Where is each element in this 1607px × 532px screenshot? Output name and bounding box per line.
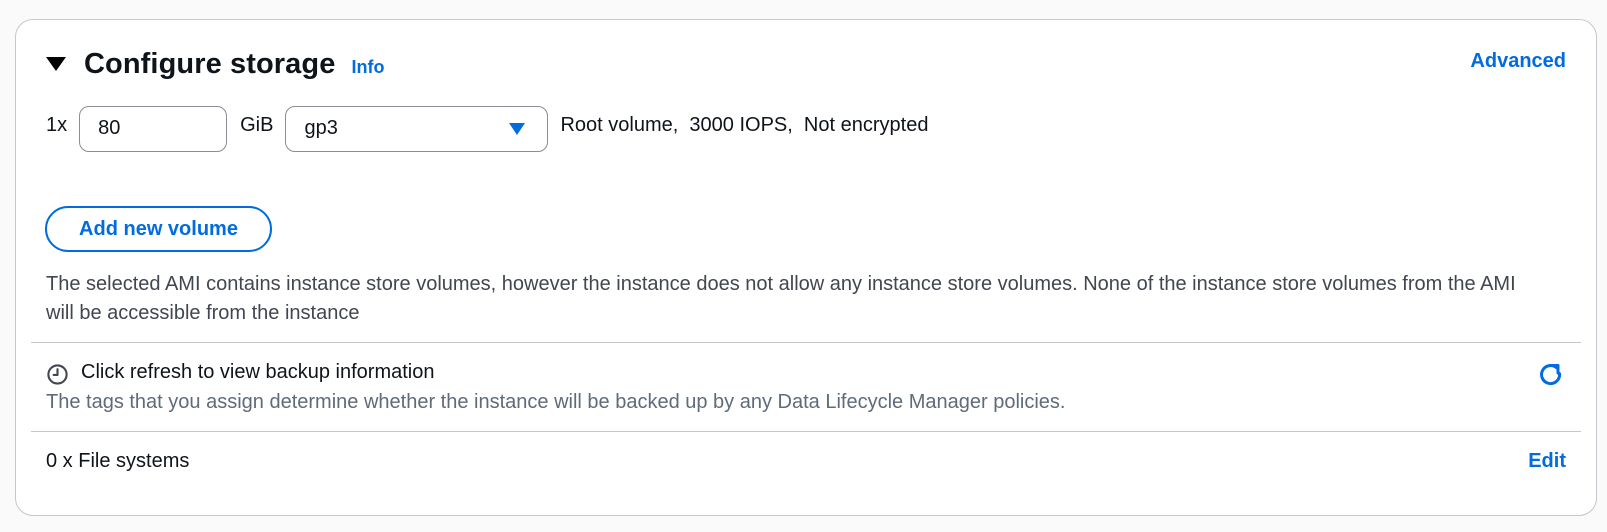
- configure-storage-panel: Configure storage Info Advanced 1x 80 Gi…: [15, 19, 1597, 516]
- collapse-caret-icon[interactable]: [46, 57, 66, 71]
- volume-row: 1x 80 GiB gp3 Root volume, 3000 IOPS, No…: [46, 103, 929, 152]
- volume-type-select[interactable]: gp3: [285, 105, 549, 152]
- divider: [31, 431, 1581, 432]
- caret-down-icon: [509, 122, 526, 135]
- instance-store-warning: The selected AMI contains instance store…: [46, 273, 1516, 324]
- edit-file-systems-link[interactable]: Edit: [1528, 450, 1566, 473]
- refresh-icon[interactable]: [1537, 361, 1565, 389]
- info-link[interactable]: Info: [351, 57, 384, 78]
- page-title: Configure storage: [84, 47, 336, 80]
- volume-size-input[interactable]: 80: [79, 105, 228, 152]
- backup-info-row: Click refresh to view backup information…: [46, 361, 1566, 421]
- clock-icon: [47, 364, 68, 385]
- file-systems-row: 0 x File systems Edit: [46, 450, 1566, 480]
- volume-type-value: gp3: [304, 117, 338, 139]
- volume-size-value: 80: [98, 117, 121, 139]
- add-new-volume-button[interactable]: Add new volume: [45, 206, 272, 252]
- backup-description: The tags that you assign determine wheth…: [46, 391, 1066, 413]
- file-systems-label: 0 x File systems: [46, 450, 190, 472]
- panel-header: Configure storage Info Advanced: [46, 44, 1566, 84]
- volume-multiplier: 1x: [46, 113, 68, 136]
- divider: [31, 342, 1581, 343]
- volume-description: Root volume, 3000 IOPS, Not encrypted: [560, 113, 929, 136]
- advanced-link[interactable]: Advanced: [1470, 50, 1566, 73]
- backup-title: Click refresh to view backup information: [81, 361, 435, 383]
- volume-size-unit: GiB: [240, 113, 274, 136]
